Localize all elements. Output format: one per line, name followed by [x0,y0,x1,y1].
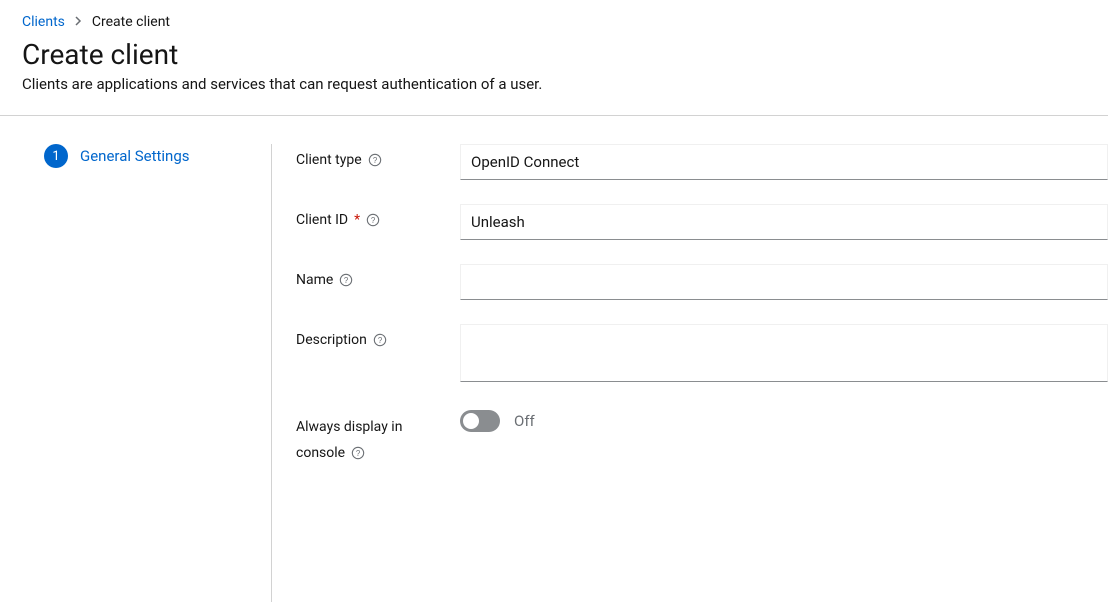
field-description: Description ? [296,324,1108,386]
form-panel: Client type ? OpenID Connect Client ID *… [272,144,1108,602]
step-number-badge: 1 [44,144,68,168]
field-name: Name ? [296,264,1108,300]
breadcrumb-current: Create client [92,14,170,30]
client-type-value: OpenID Connect [471,153,579,171]
always-display-label-wrap: Always display in console ? [296,410,460,463]
always-display-toggle[interactable] [460,410,500,432]
help-icon[interactable]: ? [368,153,382,167]
svg-text:?: ? [378,336,383,345]
wizard-steps: 1 General Settings [0,144,272,602]
client-type-select[interactable]: OpenID Connect [460,144,1108,180]
description-label-wrap: Description ? [296,324,460,348]
field-client-id: Client ID * ? [296,204,1108,240]
client-type-label: Client type [296,152,362,168]
always-display-state: Off [514,412,535,430]
help-icon[interactable]: ? [373,333,387,347]
description-input[interactable] [460,324,1108,382]
required-indicator: * [354,212,360,228]
toggle-knob [463,413,479,429]
client-id-input[interactable] [460,204,1108,240]
page-title: Create client [22,38,1086,71]
svg-text:?: ? [356,449,361,458]
page-subtitle: Clients are applications and services th… [22,75,1086,93]
page-header: Create client Clients are applications a… [0,38,1108,115]
name-label-wrap: Name ? [296,264,460,288]
name-input[interactable] [460,264,1108,300]
step-label: General Settings [80,147,190,165]
field-client-type: Client type ? OpenID Connect [296,144,1108,180]
help-icon[interactable]: ? [351,446,365,460]
field-always-display: Always display in console ? Off [296,410,1108,463]
client-type-label-wrap: Client type ? [296,144,460,168]
svg-text:?: ? [372,156,377,165]
step-general-settings[interactable]: 1 General Settings [44,144,251,168]
help-icon[interactable]: ? [339,273,353,287]
description-label: Description [296,332,367,348]
breadcrumb: Clients Create client [0,0,1108,38]
client-id-label-wrap: Client ID * ? [296,204,460,228]
name-label: Name [296,272,333,288]
svg-text:?: ? [371,216,376,225]
always-display-label-l1: Always display in [296,418,448,438]
chevron-right-icon [75,16,82,29]
client-id-label: Client ID [296,212,348,228]
always-display-label-l2: console [296,444,345,464]
help-icon[interactable]: ? [366,213,380,227]
svg-text:?: ? [344,276,349,285]
wizard-content: 1 General Settings Client type ? OpenID … [0,116,1108,602]
breadcrumb-clients-link[interactable]: Clients [22,14,65,30]
